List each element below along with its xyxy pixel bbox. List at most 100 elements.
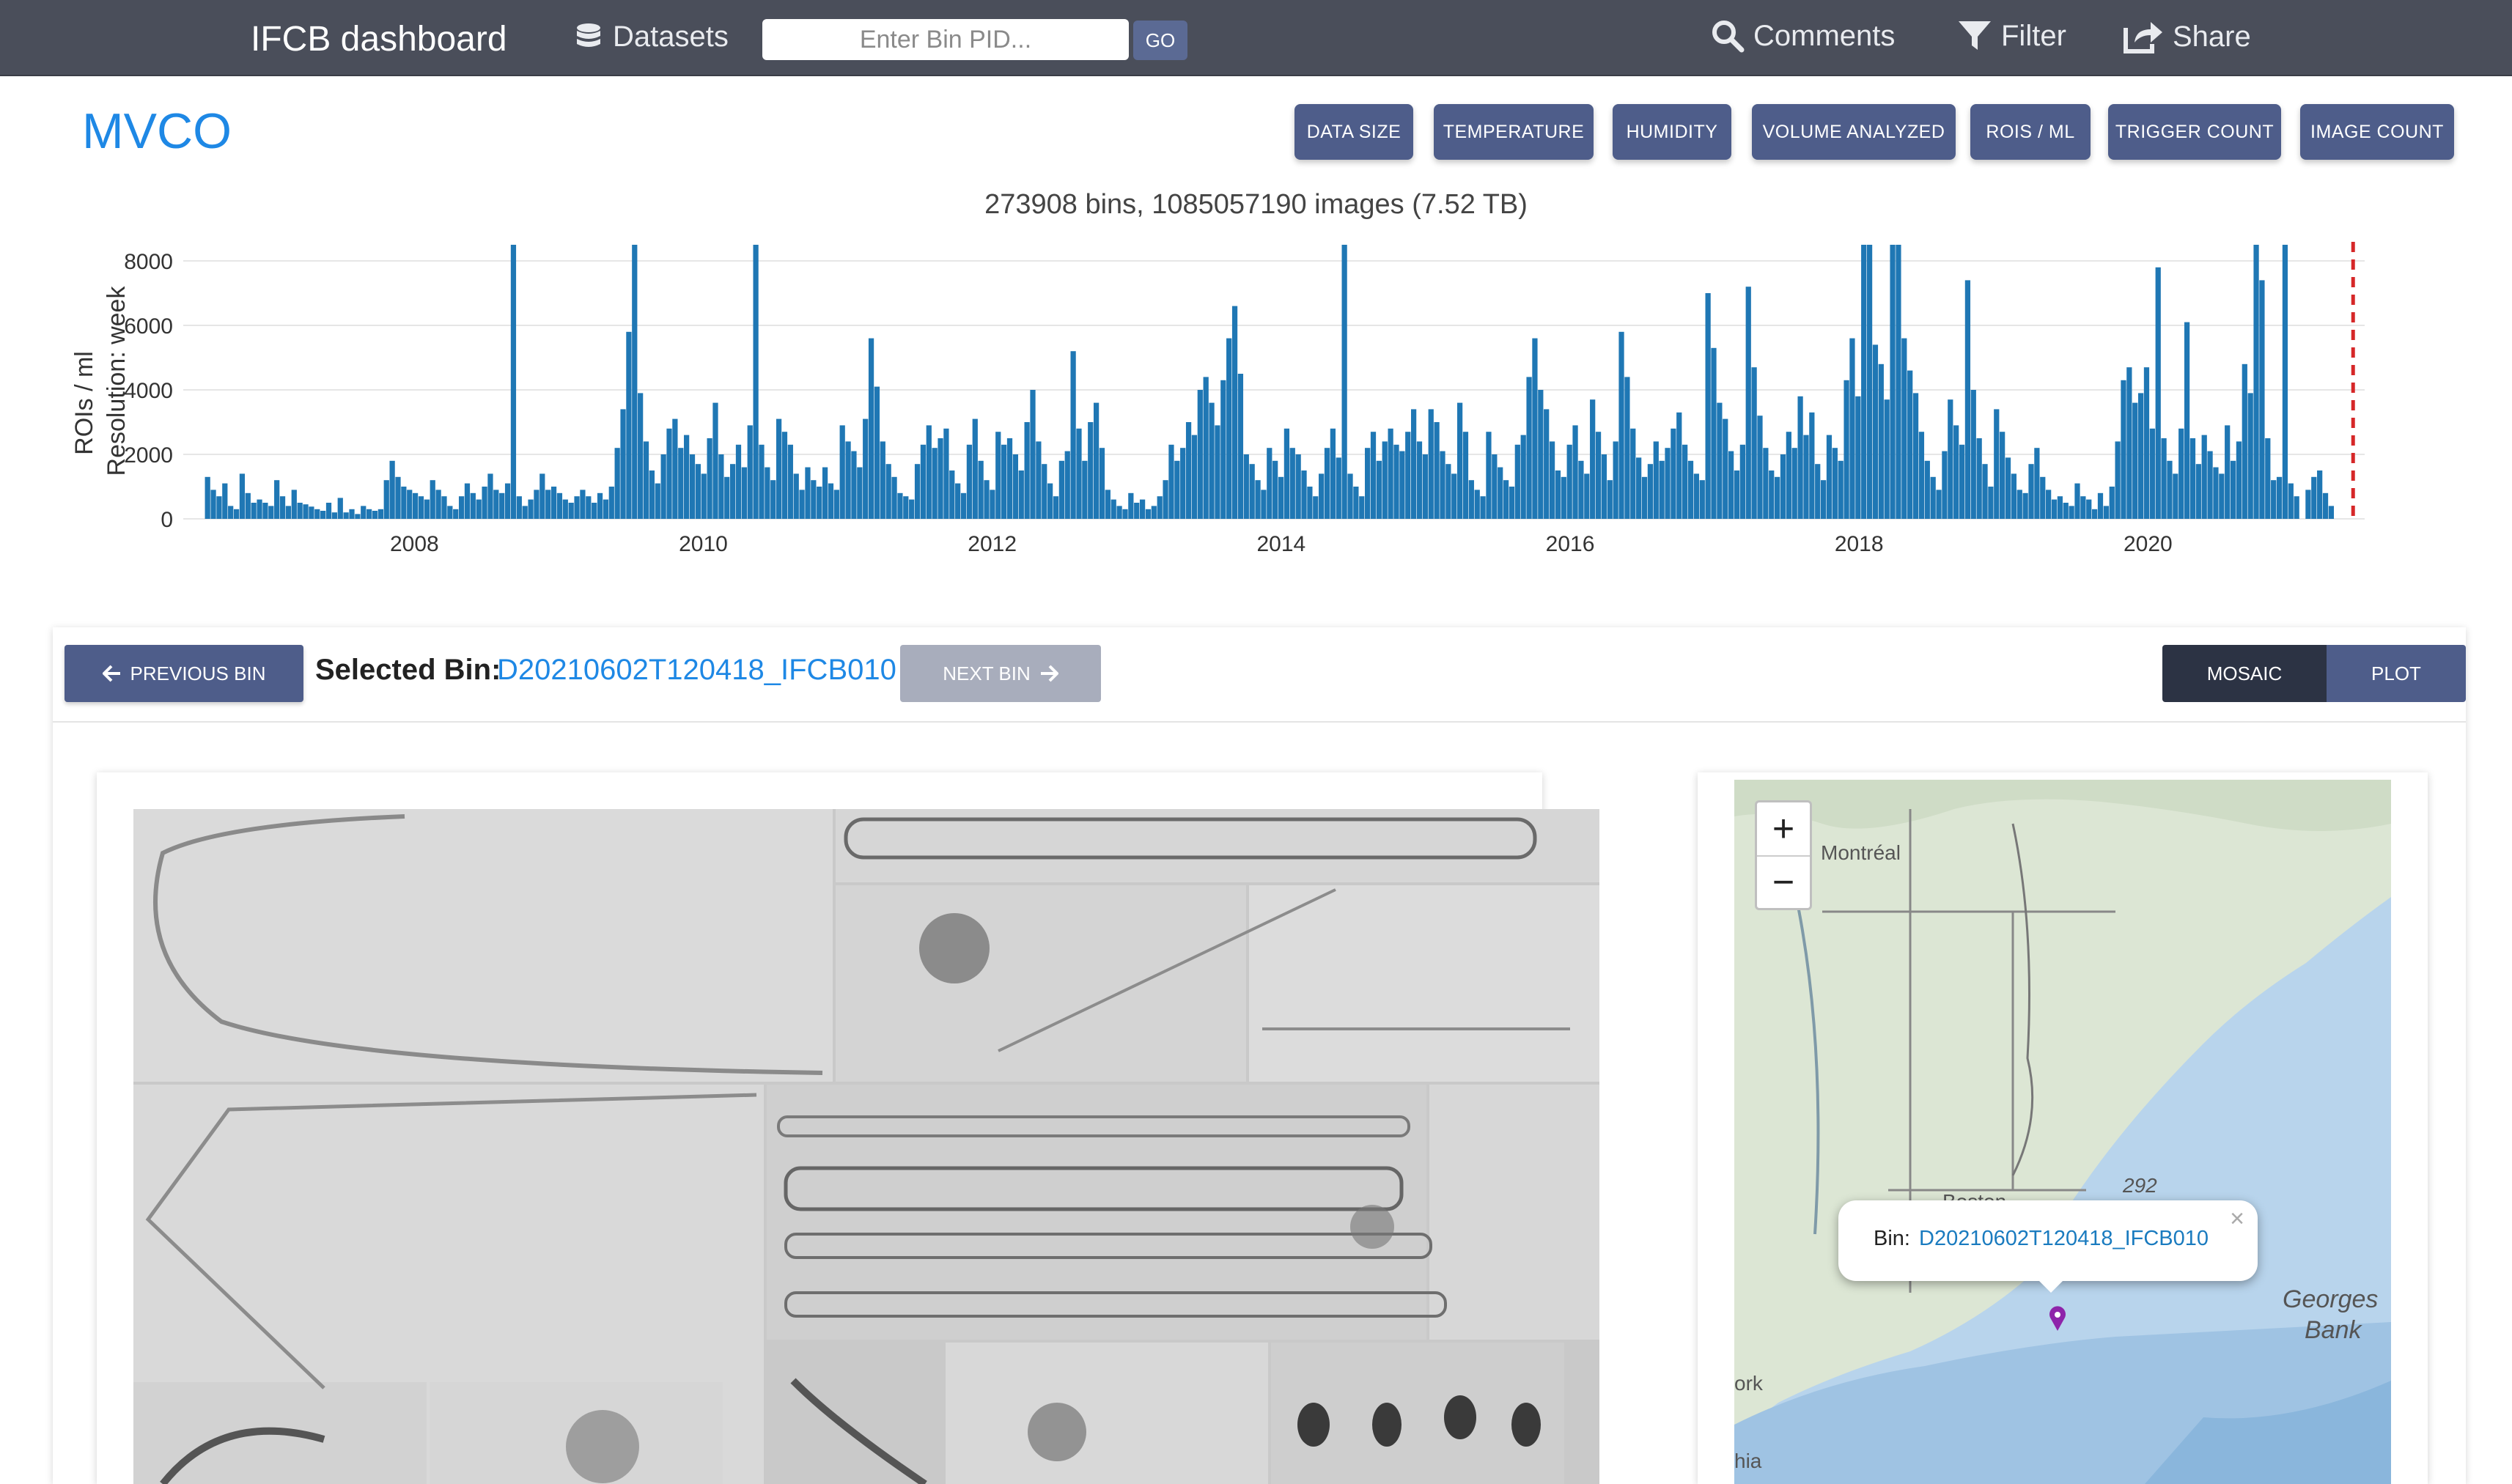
chart-bar[interactable] <box>2137 393 2144 519</box>
chart-bar[interactable] <box>1365 448 1371 519</box>
chart-bar[interactable] <box>1832 448 1838 519</box>
chart-bar[interactable] <box>1163 480 1168 519</box>
chart-bar[interactable] <box>2051 499 2058 519</box>
chart-bar[interactable] <box>1255 480 1261 519</box>
chart-bar[interactable] <box>1855 396 1861 519</box>
chart-bar[interactable] <box>228 506 234 519</box>
chart-bar[interactable] <box>574 496 580 519</box>
chart-bar[interactable] <box>1988 487 1994 519</box>
chart-bar[interactable] <box>1237 374 1244 519</box>
mosaic-toggle-button[interactable]: MOSAIC <box>2162 645 2327 702</box>
chart-bar[interactable] <box>2091 509 2098 519</box>
chart-bar[interactable] <box>1572 425 1578 519</box>
bin-location-marker-icon[interactable] <box>2048 1306 2067 1332</box>
chart-bar[interactable] <box>325 503 332 519</box>
popup-close-icon[interactable]: × <box>2230 1205 2244 1233</box>
chart-bar[interactable] <box>522 506 528 519</box>
chart-bar[interactable] <box>799 490 805 519</box>
chart-bar[interactable] <box>1566 444 1572 519</box>
chart-bar[interactable] <box>1191 435 1198 519</box>
chart-bar[interactable] <box>528 499 534 519</box>
chart-bar[interactable] <box>2028 464 2034 519</box>
chart-bar[interactable] <box>978 460 984 519</box>
chart-bar[interactable] <box>735 444 742 519</box>
chart-bar[interactable] <box>1116 506 1122 519</box>
chart-bar[interactable] <box>638 393 644 519</box>
chart-bar[interactable] <box>2046 490 2052 519</box>
chart-bar[interactable] <box>707 438 712 519</box>
chart-bar[interactable] <box>603 499 609 519</box>
chart-bar[interactable] <box>1462 432 1469 519</box>
chart-bar[interactable] <box>2219 473 2225 519</box>
chart-bar[interactable] <box>608 487 614 519</box>
chart-bar[interactable] <box>822 467 828 519</box>
chart-bar[interactable] <box>1774 476 1780 519</box>
mosaic-image[interactable] <box>133 809 1599 1484</box>
chart-bar[interactable] <box>1174 460 1180 519</box>
chart-bar[interactable] <box>891 476 897 519</box>
chart-bar[interactable] <box>1693 473 1700 519</box>
chart-bar[interactable] <box>1064 451 1070 519</box>
chart-bar[interactable] <box>1088 422 1094 519</box>
chart-bar[interactable] <box>2195 464 2201 519</box>
chart-bar[interactable] <box>568 503 574 519</box>
chart-bar[interactable] <box>793 473 799 519</box>
chart-bar[interactable] <box>614 448 620 519</box>
go-button[interactable]: GO <box>1133 21 1187 60</box>
chart-bar[interactable] <box>2317 470 2323 519</box>
chart-bar[interactable] <box>1791 448 1797 519</box>
chart-bar[interactable] <box>1659 460 1665 519</box>
chart-bar[interactable] <box>1647 464 1654 519</box>
comments-link[interactable]: Comments <box>1711 19 1895 53</box>
previous-bin-button[interactable]: PREVIOUS BIN <box>65 645 303 702</box>
chart-bar[interactable] <box>1665 448 1671 519</box>
chart-bar[interactable] <box>2121 380 2126 519</box>
chart-bar[interactable] <box>2294 496 2299 519</box>
chart-bar[interactable] <box>1012 454 1019 519</box>
chart-bar[interactable] <box>863 418 869 519</box>
chart-bar[interactable] <box>1416 441 1423 519</box>
chart-bar[interactable] <box>1249 464 1255 519</box>
chart-bar[interactable] <box>1151 506 1157 519</box>
chart-bar[interactable] <box>817 487 822 519</box>
chart-bar[interactable] <box>1717 402 1723 519</box>
chart-bar[interactable] <box>1203 377 1209 519</box>
chart-bar[interactable] <box>1451 473 1457 519</box>
chart-bar[interactable] <box>2103 506 2109 519</box>
chart-bar[interactable] <box>1532 338 1538 519</box>
chart-bar[interactable] <box>1549 441 1555 519</box>
chart-bar[interactable] <box>1006 438 1013 519</box>
chart-bar[interactable] <box>597 492 603 519</box>
selected-bin-pid[interactable]: D20210602T120418_IFCB010 <box>497 654 896 687</box>
chart-bar[interactable] <box>811 480 817 519</box>
chart-bar[interactable] <box>1872 344 1879 519</box>
chart-bar[interactable] <box>995 432 1001 519</box>
chart-bar[interactable] <box>210 490 216 519</box>
chart-bar[interactable] <box>1220 380 1226 519</box>
metric-button-rois-ml[interactable]: ROIS / ML <box>1970 104 2091 160</box>
chart-bar[interactable] <box>291 490 297 519</box>
chart-bar[interactable] <box>279 496 286 519</box>
chart-bar[interactable] <box>1630 428 1636 519</box>
chart-bar[interactable] <box>1099 448 1105 519</box>
chart-bar[interactable] <box>1215 425 1220 519</box>
chart-bar[interactable] <box>1468 480 1474 519</box>
plot-toggle-button[interactable]: PLOT <box>2327 645 2466 702</box>
chart-bar[interactable] <box>2069 506 2074 519</box>
chart-bar[interactable] <box>2207 451 2213 519</box>
chart-bar[interactable] <box>377 509 383 519</box>
chart-bar[interactable] <box>1042 464 1047 519</box>
chart-bar[interactable] <box>1763 448 1769 519</box>
chart-bar[interactable] <box>1982 464 1988 519</box>
chart-bar[interactable] <box>2086 499 2092 519</box>
chart-bar[interactable] <box>534 490 539 519</box>
chart-bar[interactable] <box>1359 496 1365 519</box>
metric-button-image-count[interactable]: IMAGE COUNT <box>2300 104 2454 160</box>
chart-bar[interactable] <box>580 490 586 519</box>
metric-button-temperature[interactable]: TEMPERATURE <box>1434 104 1594 160</box>
chart-bar[interactable] <box>233 509 240 519</box>
chart-bar[interactable] <box>1671 428 1676 519</box>
chart-bar[interactable] <box>303 504 309 519</box>
chart-bar[interactable] <box>1324 448 1330 519</box>
chart-bar[interactable] <box>1884 399 1890 519</box>
